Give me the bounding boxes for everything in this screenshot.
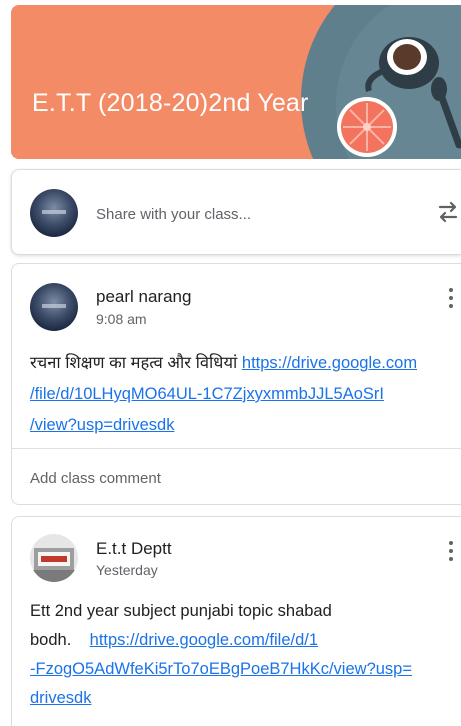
post-author: E.t.t Deptt	[96, 539, 172, 558]
share-placeholder-text[interactable]: Share with your class...	[96, 206, 251, 223]
class-banner[interactable]: E.T.T (2018-20)2nd Year	[11, 5, 461, 159]
post-text: रचना शिक्षण का महत्व और विधियां	[30, 354, 238, 372]
post-link[interactable]: https://drive.google.com/file/d/1 -FzogO5…	[30, 631, 412, 707]
banner-illustration	[11, 5, 461, 159]
repost-icon[interactable]	[435, 198, 461, 226]
share-with-class-card[interactable]: Share with your class...	[11, 169, 461, 255]
post-text: bodh.	[30, 631, 72, 649]
post-author: pearl narang	[96, 287, 192, 306]
author-avatar[interactable]	[30, 283, 78, 331]
stream-post: pearl narang 9:08 am रचना शिक्षण का महत्…	[11, 263, 461, 505]
post-time: 9:08 am	[96, 311, 147, 327]
post-time: Yesterday	[96, 562, 158, 578]
divider	[12, 448, 461, 449]
post-body: रचना शिक्षण का महत्व और विधियां https://…	[30, 348, 458, 441]
author-avatar[interactable]	[30, 534, 78, 582]
class-title: E.T.T (2018-20)2nd Year	[32, 89, 309, 117]
user-avatar	[30, 189, 78, 237]
post-body: Ett 2nd year subject punjabi topic shaba…	[30, 597, 458, 713]
post-text: Ett 2nd year subject punjabi topic shaba…	[30, 602, 332, 620]
add-class-comment[interactable]: Add class comment	[30, 470, 161, 487]
stream-post: E.t.t Deptt Yesterday Ett 2nd year subje…	[11, 516, 461, 726]
more-options-icon[interactable]	[447, 288, 455, 310]
more-options-icon[interactable]	[447, 541, 455, 563]
